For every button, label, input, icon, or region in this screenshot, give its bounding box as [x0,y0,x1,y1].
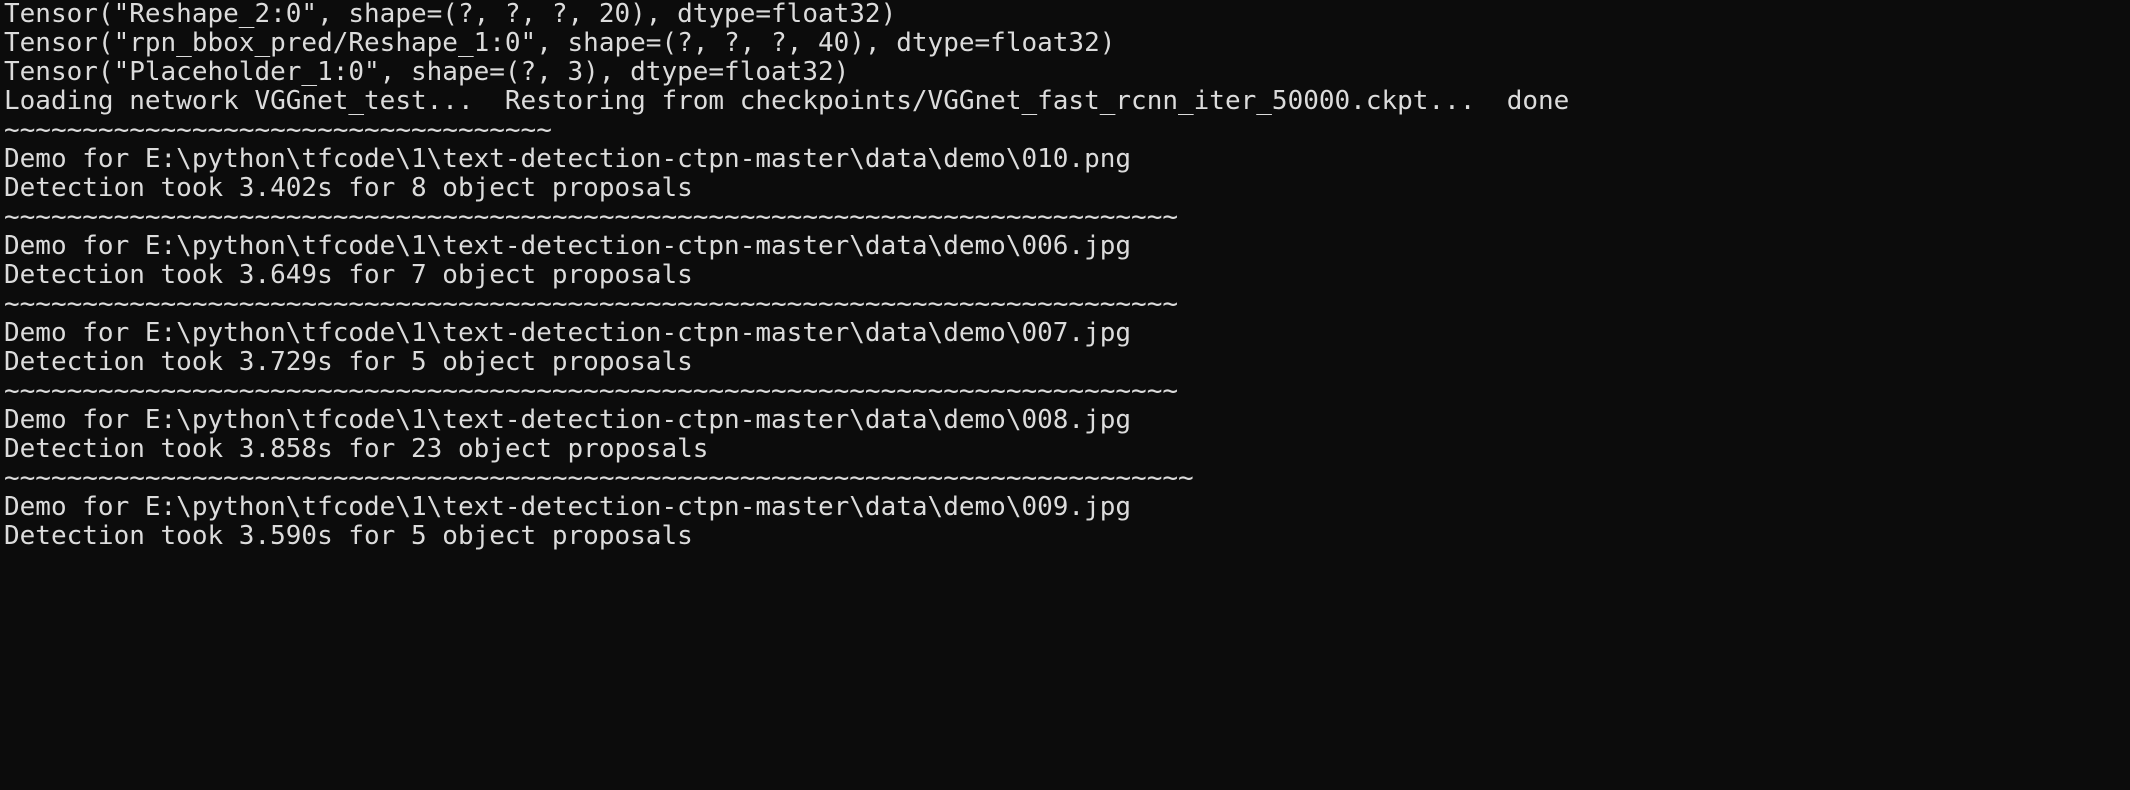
terminal-line: Demo for E:\python\tfcode\1\text-detecti… [4,231,1131,261]
terminal-line: Tensor("Placeholder_1:0", shape=(?, 3), … [4,57,849,87]
terminal-line: Demo for E:\python\tfcode\1\text-detecti… [4,405,1131,435]
terminal-line: Detection took 3.858s for 23 object prop… [4,434,708,464]
terminal-line: Detection took 3.649s for 7 object propo… [4,260,693,290]
terminal-line: Tensor("rpn_bbox_pred/Reshape_1:0", shap… [4,28,1115,58]
terminal-line: Demo for E:\python\tfcode\1\text-detecti… [4,492,1131,522]
terminal-line: ~~~~~~~~~~~~~~~~~~~~~~~~~~~~~~~~~~~~~~~~… [4,289,1178,319]
terminal-line: Detection took 3.402s for 8 object propo… [4,173,693,203]
terminal-line: ~~~~~~~~~~~~~~~~~~~~~~~~~~~~~~~~~~~~~~~~… [4,202,1178,232]
terminal-line: Demo for E:\python\tfcode\1\text-detecti… [4,144,1131,174]
terminal-line: ~~~~~~~~~~~~~~~~~~~~~~~~~~~~~~~~~~~~~~~~… [4,463,1194,493]
terminal-line: Detection took 3.729s for 5 object propo… [4,347,693,377]
terminal-line: Demo for E:\python\tfcode\1\text-detecti… [4,318,1131,348]
terminal-line: Detection took 3.590s for 5 object propo… [4,521,693,551]
terminal-line: ~~~~~~~~~~~~~~~~~~~~~~~~~~~~~~~~~~~~~~~~… [4,376,1178,406]
terminal-line: Tensor("Reshape_2:0", shape=(?, ?, ?, 20… [4,0,896,29]
terminal-line: Loading network VGGnet_test... Restoring… [4,86,1569,116]
terminal-line: ~~~~~~~~~~~~~~~~~~~~~~~~~~~~~~~~~~~ [4,115,552,145]
terminal-output[interactable]: Tensor("Reshape_2:0", shape=(?, ?, ?, 20… [0,0,2130,551]
